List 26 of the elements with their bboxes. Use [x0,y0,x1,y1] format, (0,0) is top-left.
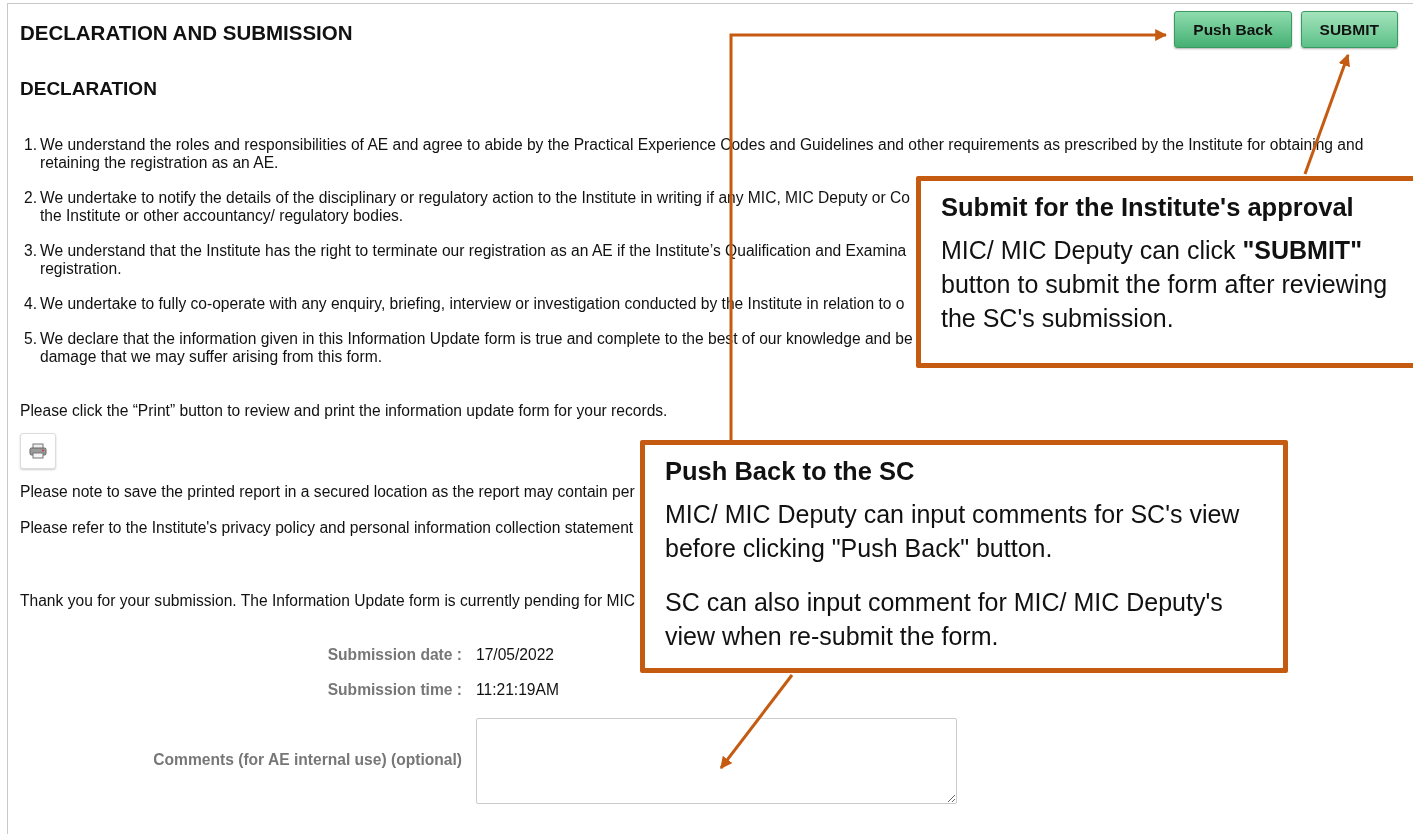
printer-icon [29,443,47,459]
field-value: 17/05/2022 [476,646,556,664]
item-number: 1. [23,136,38,155]
submit-button[interactable]: SUBMIT [1300,11,1398,48]
comments-field[interactable] [476,718,957,804]
callout-text: MIC/ MIC Deputy can click "SUBMIT" button to submit the form after reviewing the SC's submission. [941,235,1389,334]
callout-title: Submit for the Institute's approval [941,192,1355,223]
page-title: DECLARATION AND SUBMISSION [20,21,353,45]
field-label: Comments (for AE internal use) (optional) [152,751,462,769]
item-number: 4. [23,295,38,313]
field-label: Submission time : [326,681,462,699]
item-number: 3. [23,242,38,261]
status-message: Thank you for your submission. The Information Update form is currently pending for MIC [20,592,636,610]
note-text: Please refer to the Institute's privacy policy and personal information collection statement [20,519,634,537]
print-button[interactable] [20,433,56,469]
field-label: Submission date : [326,646,462,664]
print-instruction: Please click the “Print” button to review and print the information update form for your records. [20,402,668,420]
section-heading: DECLARATION [20,78,157,100]
field-value: 11:21:19AM [476,681,560,699]
callout-text: SC can also input comment for MIC/ MIC Deputy's view when re-submit the form. [665,587,1224,652]
item-number: 5. [23,330,38,349]
callout-title: Push Back to the SC [665,456,916,487]
item-number: 2. [23,189,38,208]
push-back-button[interactable]: Push Back [1174,11,1292,48]
note-text: Please note to save the printed report in a secured location as the report may contain per [20,483,635,501]
callout-text: MIC/ MIC Deputy can input comments for SC's view before clicking "Push Back" button. [665,499,1241,564]
